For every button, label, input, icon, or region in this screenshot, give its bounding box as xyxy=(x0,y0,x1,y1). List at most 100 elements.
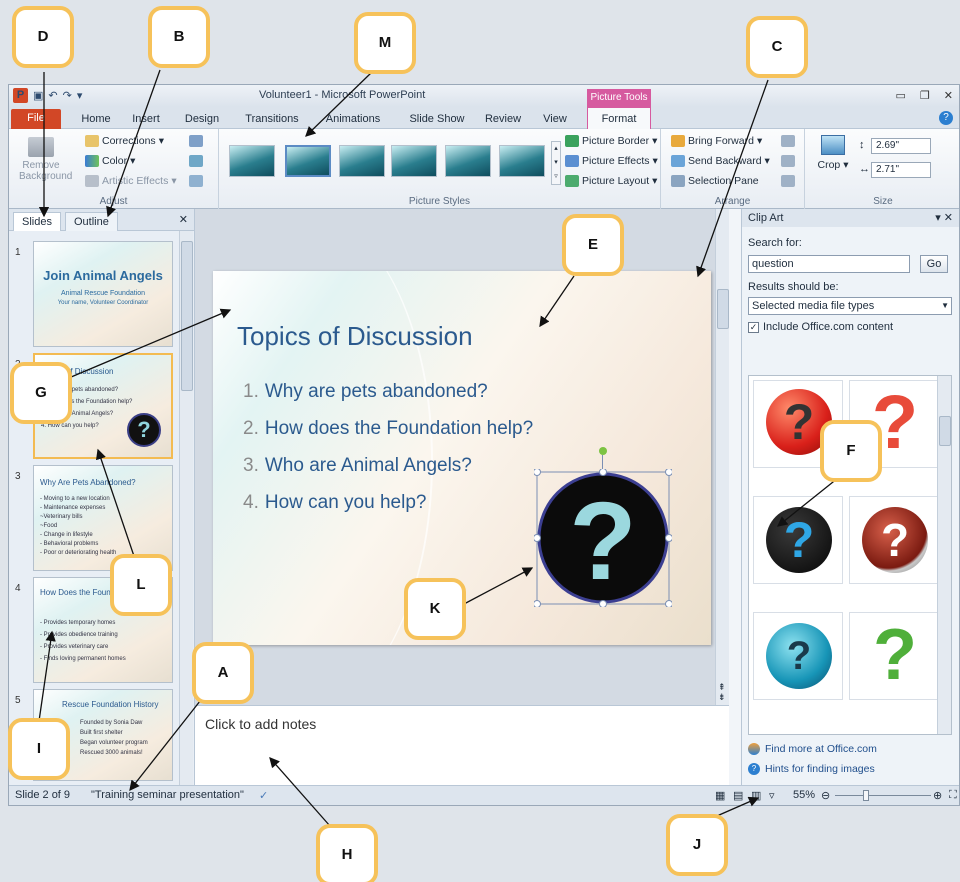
slide-show-icon[interactable]: ▿ xyxy=(769,789,775,802)
reset-picture-icon[interactable] xyxy=(189,175,203,187)
help-icon[interactable]: ? xyxy=(939,111,953,125)
normal-view-icon[interactable]: ▦ xyxy=(715,789,725,802)
rotation-handle[interactable] xyxy=(599,447,607,455)
close-icon[interactable]: ✕ xyxy=(944,89,953,102)
tab-slide-show[interactable]: Slide Show xyxy=(401,110,473,129)
selection-pane-button[interactable]: Selection Pane xyxy=(671,175,759,187)
undo-icon[interactable]: ↶ xyxy=(48,89,57,103)
zoom-out-icon[interactable]: ⊖ xyxy=(821,789,830,802)
artistic-effects-icon xyxy=(85,175,99,187)
callout-l: L xyxy=(110,554,172,616)
hints-link[interactable]: ? Hints for finding images xyxy=(748,763,875,775)
rotate-icon[interactable] xyxy=(781,175,795,187)
clip-art-result[interactable]: ? xyxy=(753,612,843,700)
styles-gallery-scroll[interactable]: ▴ ▾ ▿ xyxy=(551,141,561,185)
send-backward-button[interactable]: Send Backward ▾ xyxy=(671,155,770,167)
slide-bullet-list[interactable]: 1. Why are pets abandoned? 2. How does the… xyxy=(243,381,533,529)
pane-options-icon[interactable]: ▾ ✕ xyxy=(935,209,953,227)
picture-style-3[interactable] xyxy=(339,145,385,177)
slide-number: 3 xyxy=(15,471,21,482)
find-more-link[interactable]: Find more at Office.com xyxy=(748,743,877,755)
picture-style-6[interactable] xyxy=(499,145,545,177)
save-icon[interactable]: ▣ xyxy=(33,89,43,103)
tab-animations[interactable]: Animations xyxy=(315,110,391,129)
artistic-effects-button[interactable]: Artistic Effects ▾ xyxy=(85,175,177,187)
compress-pictures-icon[interactable] xyxy=(189,135,203,147)
customize-toolbar-icon[interactable]: ▾ xyxy=(77,89,83,103)
tab-file[interactable]: File xyxy=(11,109,61,129)
picture-style-1[interactable] xyxy=(229,145,275,177)
group-icon[interactable] xyxy=(781,155,795,167)
height-input[interactable]: 2.69" xyxy=(871,138,931,154)
redo-icon[interactable]: ↷ xyxy=(63,89,72,103)
results-scrollbar[interactable] xyxy=(937,376,951,734)
callout-h: H xyxy=(316,824,378,882)
picture-border-icon xyxy=(565,135,579,147)
close-pane-icon[interactable]: ✕ xyxy=(179,213,188,226)
align-icon[interactable] xyxy=(781,135,795,147)
scrollbar-thumb[interactable] xyxy=(181,241,193,391)
tab-outline[interactable]: Outline xyxy=(65,212,118,231)
picture-border-button[interactable]: Picture Border ▾ xyxy=(565,135,657,147)
go-button[interactable]: Go xyxy=(920,255,948,273)
notes-pane[interactable]: Click to add notes xyxy=(195,705,729,787)
crop-button[interactable]: Crop ▾ xyxy=(815,135,851,171)
zoom-level[interactable]: 55% xyxy=(793,789,815,801)
corrections-button[interactable]: Corrections ▾ xyxy=(85,135,164,147)
thumb-line: - Maintenance expenses xyxy=(40,505,106,511)
clip-art-result[interactable]: ? xyxy=(849,496,939,584)
ribbon-tabs: File Home Insert Design Transitions Anim… xyxy=(9,107,959,130)
status-bar: Slide 2 of 9 "Training seminar presentat… xyxy=(9,785,959,805)
slide-thumbnail-1[interactable]: Join Animal Angels Animal Rescue Foundat… xyxy=(33,241,173,347)
checkbox-checked-icon[interactable]: ✓ xyxy=(748,321,759,333)
clip-art-result[interactable]: ? xyxy=(849,612,939,700)
tab-format[interactable]: Format xyxy=(587,107,651,130)
picture-layout-button[interactable]: Picture Layout ▾ xyxy=(565,175,657,187)
chevron-down-icon[interactable]: ▼ xyxy=(941,298,949,314)
callout-d: D xyxy=(12,6,74,68)
selected-question-mark-image[interactable]: ? xyxy=(534,469,672,607)
tab-review[interactable]: Review xyxy=(479,110,527,129)
slide-list-item-2: 2. How does the Foundation help? xyxy=(243,418,533,455)
fit-to-window-icon[interactable]: ⛶ xyxy=(949,789,957,802)
tab-view[interactable]: View xyxy=(535,110,575,129)
theme-name[interactable]: "Training seminar presentation" xyxy=(91,789,244,801)
search-input[interactable]: question xyxy=(748,255,910,273)
picture-style-5[interactable] xyxy=(445,145,491,177)
slide-title[interactable]: Topics of Discussion xyxy=(237,321,473,352)
remove-background-button[interactable]: Remove Background xyxy=(19,135,72,187)
picture-effects-icon xyxy=(565,155,579,167)
slide-number: 5 xyxy=(15,695,21,706)
include-office-checkbox[interactable]: ✓ Include Office.com content xyxy=(748,321,893,333)
scrollbar-thumb[interactable] xyxy=(939,416,951,446)
restore-icon[interactable]: ❐ xyxy=(920,89,930,102)
reading-view-icon[interactable]: ▥ xyxy=(751,789,761,802)
figure: P ▣ ↶ ↷ ▾ Volunteer1 - Microsoft PowerPo… xyxy=(0,0,960,882)
slide-sorter-icon[interactable]: ▤ xyxy=(733,789,743,802)
color-button[interactable]: Color ▾ xyxy=(85,155,135,167)
minimize-icon[interactable]: ▭ xyxy=(896,89,906,102)
clip-art-result[interactable]: ? xyxy=(753,496,843,584)
tab-design[interactable]: Design xyxy=(177,110,227,129)
next-slide-icon[interactable]: ⇟ xyxy=(718,692,726,703)
editor-scrollbar[interactable]: ⇞ ⇟ xyxy=(715,209,729,705)
width-input[interactable]: 2.71" xyxy=(871,162,931,178)
spelling-check-icon[interactable]: ✓ xyxy=(259,789,268,802)
media-type-select[interactable]: Selected media file types ▼ xyxy=(748,297,952,315)
tab-slides[interactable]: Slides xyxy=(13,212,61,231)
picture-effects-button[interactable]: Picture Effects ▾ xyxy=(565,155,658,167)
zoom-in-icon[interactable]: ⊕ xyxy=(933,789,942,802)
picture-style-2[interactable] xyxy=(285,145,331,177)
change-picture-icon[interactable] xyxy=(189,155,203,167)
tab-transitions[interactable]: Transitions xyxy=(237,110,307,129)
powerpoint-app-icon[interactable]: P xyxy=(13,88,28,103)
slides-pane-scrollbar[interactable] xyxy=(179,231,193,787)
notes-placeholder[interactable]: Click to add notes xyxy=(205,716,316,732)
tab-insert[interactable]: Insert xyxy=(123,110,169,129)
scrollbar-thumb[interactable] xyxy=(717,289,729,329)
picture-style-4[interactable] xyxy=(391,145,437,177)
zoom-slider-thumb[interactable] xyxy=(863,790,869,801)
zoom-slider[interactable] xyxy=(835,795,931,796)
bring-forward-button[interactable]: Bring Forward ▾ xyxy=(671,135,762,147)
tab-home[interactable]: Home xyxy=(73,110,119,129)
